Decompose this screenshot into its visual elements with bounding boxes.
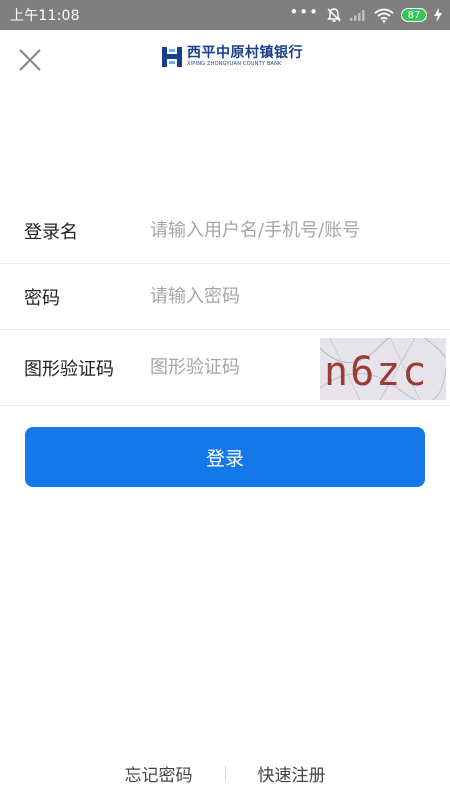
captcha-label: 图形验证码 [24, 358, 114, 380]
bank-logo-text: 西平中原村镇银行 XIPING ZHONGYUAN COUNTY BANK [187, 45, 303, 68]
captcha-graphic: n6zc [320, 338, 446, 400]
captcha-row: 图形验证码 n6zc [0, 330, 450, 406]
status-time: 上午11:08 [10, 8, 80, 24]
battery-icon: 87 [401, 8, 427, 22]
charging-icon [434, 8, 442, 22]
bank-logo-icon [162, 46, 182, 67]
bank-name-en: XIPING ZHONGYUAN COUNTY BANK [187, 61, 282, 67]
more-dots-icon: ••• [289, 2, 319, 21]
bank-logo: 西平中原村镇银行 XIPING ZHONGYUAN COUNTY BANK [162, 45, 303, 68]
password-label: 密码 [24, 287, 60, 309]
login-screen: 上午11:08 ••• 87 西平中原村镇银行 XIPING ZHONGYUAN… [0, 0, 450, 800]
status-icons: ••• 87 [289, 2, 442, 23]
wifi-icon [374, 8, 394, 23]
forgot-password-link[interactable]: 忘记密码 [125, 761, 193, 786]
password-row: 密码 [0, 264, 450, 330]
footer-links: 忘记密码 快速注册 [0, 758, 450, 788]
footer-divider [224, 766, 226, 780]
bell-muted-icon [327, 8, 341, 22]
status-bar: 上午11:08 ••• 87 [0, 0, 450, 30]
captcha-image[interactable]: n6zc [320, 338, 446, 400]
close-icon[interactable] [14, 44, 46, 76]
battery-level: 87 [401, 8, 427, 22]
password-input[interactable] [150, 286, 440, 307]
captcha-input[interactable] [150, 357, 315, 378]
username-row: 登录名 [0, 198, 450, 264]
login-button[interactable]: 登录 [25, 427, 425, 487]
quick-register-link[interactable]: 快速注册 [258, 761, 326, 786]
captcha-text: n6zc [324, 349, 428, 395]
username-input[interactable] [150, 220, 440, 241]
signal-icon [350, 10, 365, 21]
username-label: 登录名 [24, 221, 78, 243]
login-form: 登录名 密码 图形验证码 n6zc [0, 198, 450, 406]
header: 西平中原村镇银行 XIPING ZHONGYUAN COUNTY BANK [0, 30, 450, 90]
bank-name-cn: 西平中原村镇银行 [187, 45, 303, 61]
